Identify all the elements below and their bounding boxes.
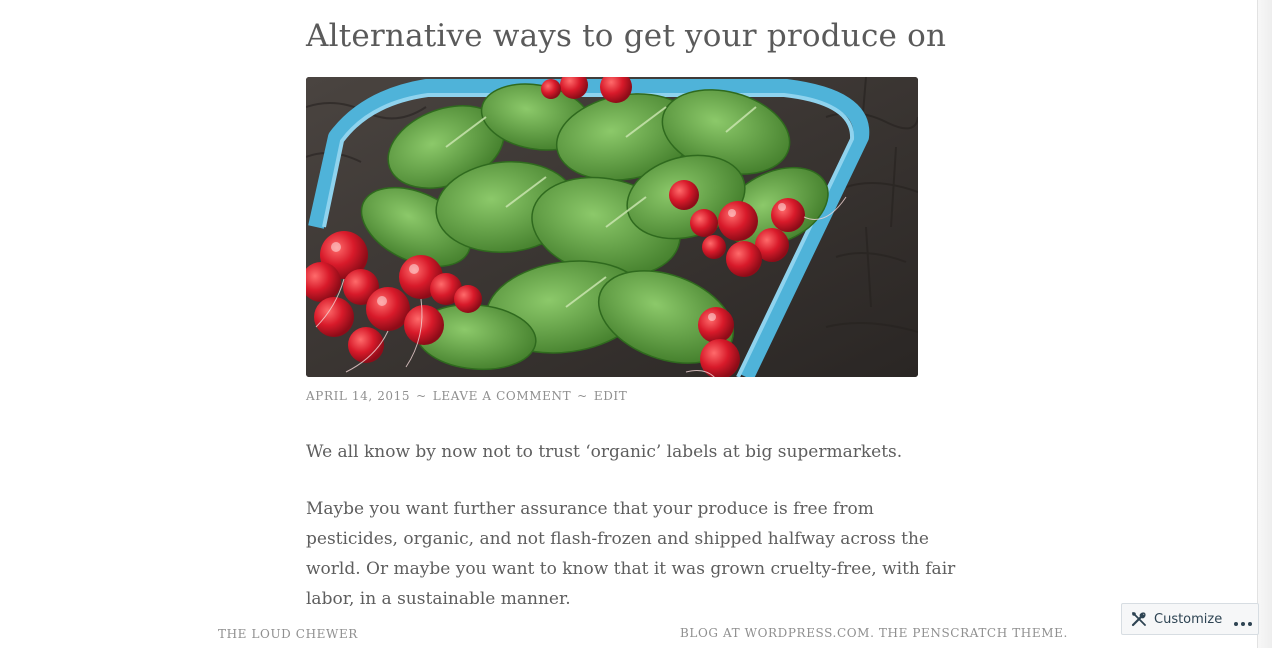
meta-separator: ~: [577, 389, 588, 403]
more-dots-icon[interactable]: [1233, 616, 1253, 626]
paragraph: Maybe you want further assurance that yo…: [306, 499, 956, 609]
footer-credits[interactable]: BLOG AT WORDPRESS.COM. THE PENSCRATCH TH…: [680, 626, 1068, 640]
post-title[interactable]: Alternative ways to get your produce on: [306, 14, 946, 58]
customize-label: Customize: [1154, 611, 1223, 627]
paragraph: We all know by now not to trust ‘organic…: [306, 442, 903, 462]
post-date-link[interactable]: APRIL 14, 2015: [306, 389, 410, 403]
tools-icon: [1131, 611, 1147, 627]
scrollbar-track[interactable]: [1257, 0, 1272, 648]
entry-meta: APRIL 14, 2015 ~ LEAVE A COMMENT ~ EDIT: [306, 389, 627, 403]
customize-button[interactable]: Customize: [1121, 603, 1259, 635]
leave-comment-link[interactable]: LEAVE A COMMENT: [433, 389, 571, 403]
featured-image-radishes[interactable]: [306, 77, 918, 377]
meta-separator: ~: [416, 389, 427, 403]
edit-link[interactable]: EDIT: [594, 389, 628, 403]
footer-site-name[interactable]: THE LOUD CHEWER: [218, 627, 358, 641]
entry-content: We all know by now not to trust ‘organic…: [306, 437, 966, 641]
